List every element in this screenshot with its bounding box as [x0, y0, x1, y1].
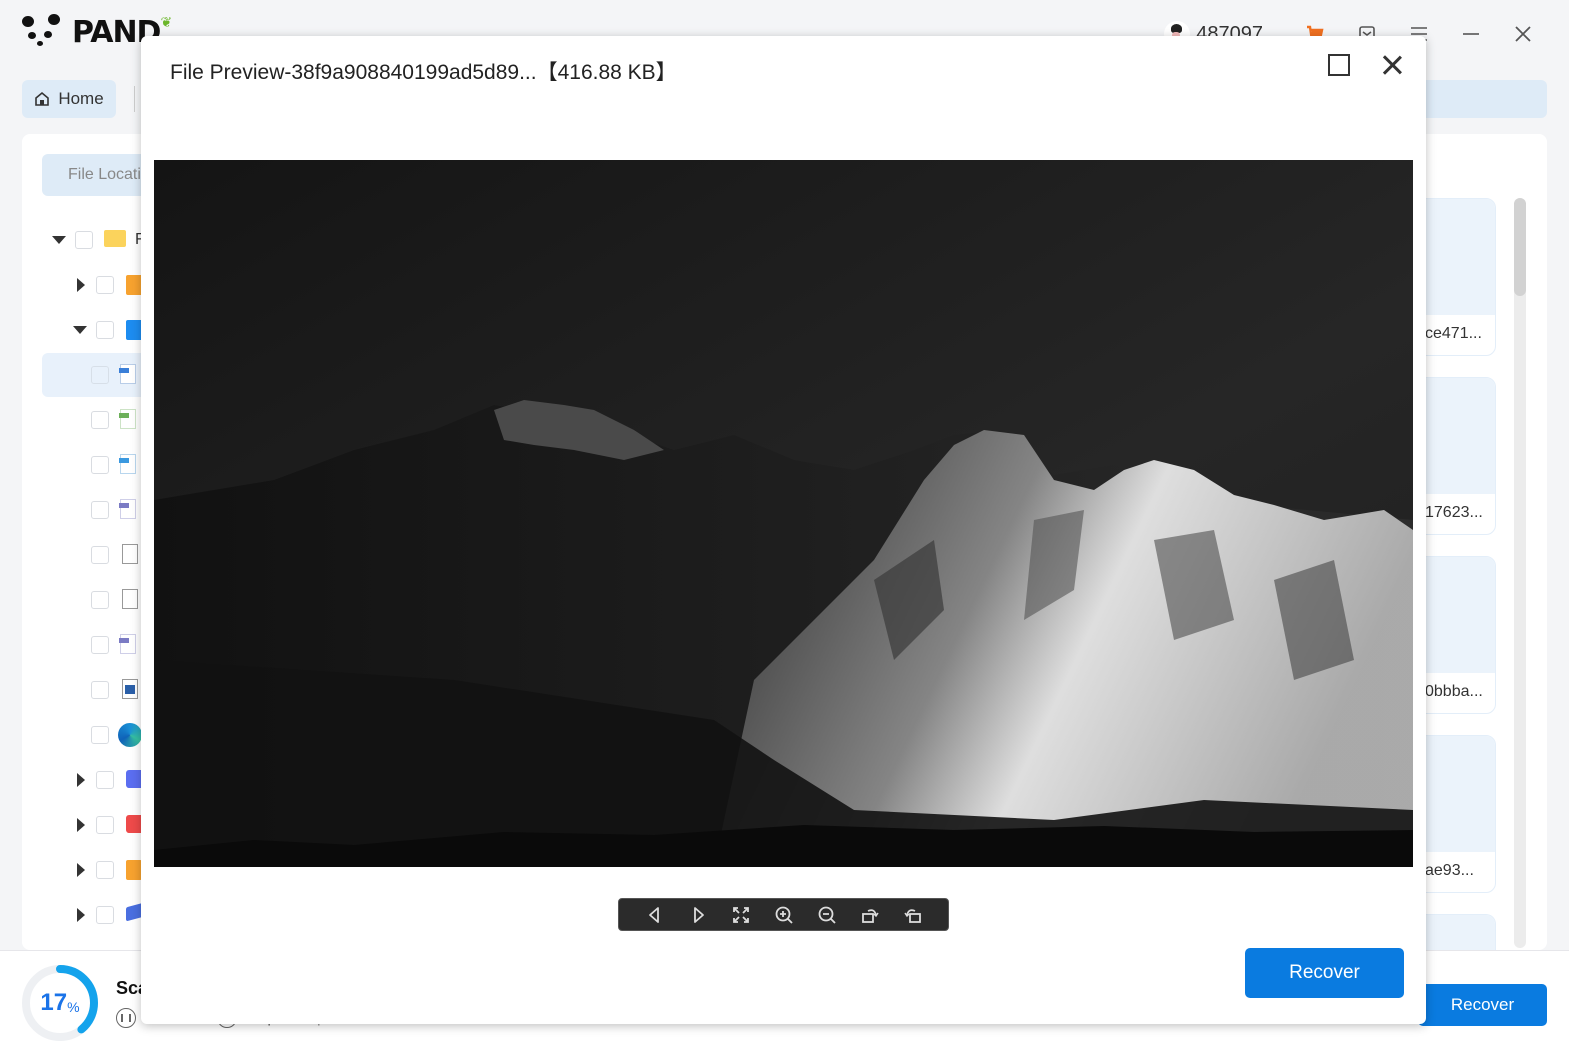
checkbox[interactable]	[91, 411, 109, 429]
leaf-icon: ❦	[160, 13, 173, 30]
blank-file-icon	[122, 544, 138, 564]
dialog-close-button[interactable]	[1377, 50, 1407, 80]
close-icon	[1515, 26, 1531, 42]
checkbox[interactable]	[96, 906, 114, 924]
next-icon	[693, 906, 704, 923]
checkbox[interactable]	[96, 816, 114, 834]
preview-toolbar	[618, 898, 949, 931]
previous-icon	[648, 906, 659, 923]
checkbox[interactable]	[96, 861, 114, 879]
next-button[interactable]	[686, 903, 710, 927]
fit-screen-icon	[732, 906, 749, 923]
zoom-in-button[interactable]	[772, 903, 796, 927]
checkbox[interactable]	[91, 546, 109, 564]
caret-right-icon[interactable]	[77, 278, 85, 292]
rotate-right-icon	[861, 908, 879, 923]
dialog-title: File Preview-38f9a908840199ad5d89...【416…	[170, 61, 677, 84]
previous-button[interactable]	[643, 903, 667, 927]
minimize-button[interactable]	[1445, 14, 1497, 54]
preview-image	[154, 160, 1413, 867]
minimize-icon	[1463, 33, 1479, 35]
checkbox[interactable]	[91, 501, 109, 519]
image-file-icon	[122, 679, 138, 699]
checkbox[interactable]	[96, 321, 114, 339]
home-button[interactable]: Home	[22, 80, 116, 118]
home-icon	[35, 91, 50, 106]
folder-icon	[104, 230, 126, 247]
caret-right-icon[interactable]	[77, 908, 85, 922]
checkbox[interactable]	[91, 456, 109, 474]
mountain-photo	[154, 160, 1413, 867]
scrollbar-thumb[interactable]	[1514, 198, 1526, 296]
zoom-in-icon	[775, 906, 793, 924]
gif-file-icon	[119, 454, 136, 474]
panda-logo-icon	[20, 14, 68, 50]
scrollbar[interactable]	[1514, 198, 1526, 948]
nav-divider	[134, 86, 135, 112]
file-preview-dialog: File Preview-38f9a908840199ad5d89...【416…	[141, 36, 1426, 1024]
edge-browser-icon	[118, 723, 142, 747]
caret-right-icon[interactable]	[77, 863, 85, 877]
checkbox[interactable]	[91, 366, 109, 384]
caret-right-icon[interactable]	[77, 818, 85, 832]
maximize-button[interactable]	[1328, 54, 1350, 76]
archive-category-icon	[126, 860, 142, 880]
scan-progress-percent: 17%	[40, 989, 80, 1016]
blank-file-icon	[122, 589, 138, 609]
jpg-file-icon	[119, 364, 136, 384]
checkbox[interactable]	[75, 231, 93, 249]
checkbox[interactable]	[96, 771, 114, 789]
dialog-recover-button[interactable]: Recover	[1245, 948, 1404, 998]
rotate-left-button[interactable]	[901, 903, 925, 927]
png-file-icon	[119, 409, 136, 429]
checkbox[interactable]	[91, 681, 109, 699]
caret-right-icon[interactable]	[77, 773, 85, 787]
checkbox[interactable]	[96, 276, 114, 294]
checkbox[interactable]	[91, 636, 109, 654]
home-label: Home	[58, 89, 104, 108]
rotate-left-icon	[903, 908, 921, 923]
pause-icon[interactable]	[116, 1008, 136, 1028]
svg-file-icon	[119, 634, 136, 654]
close-button[interactable]	[1497, 14, 1549, 54]
svg-file-icon	[119, 499, 136, 519]
recover-button[interactable]: Recover	[1418, 984, 1547, 1026]
caret-down-icon[interactable]	[73, 326, 87, 334]
checkbox[interactable]	[91, 591, 109, 609]
rotate-right-button[interactable]	[858, 903, 882, 927]
zoom-out-button[interactable]	[815, 903, 839, 927]
file-location-label: File Locati	[68, 166, 141, 183]
checkbox[interactable]	[91, 726, 109, 744]
zoom-out-icon	[818, 906, 836, 924]
caret-down-icon[interactable]	[52, 236, 66, 244]
fit-screen-button[interactable]	[729, 903, 753, 927]
